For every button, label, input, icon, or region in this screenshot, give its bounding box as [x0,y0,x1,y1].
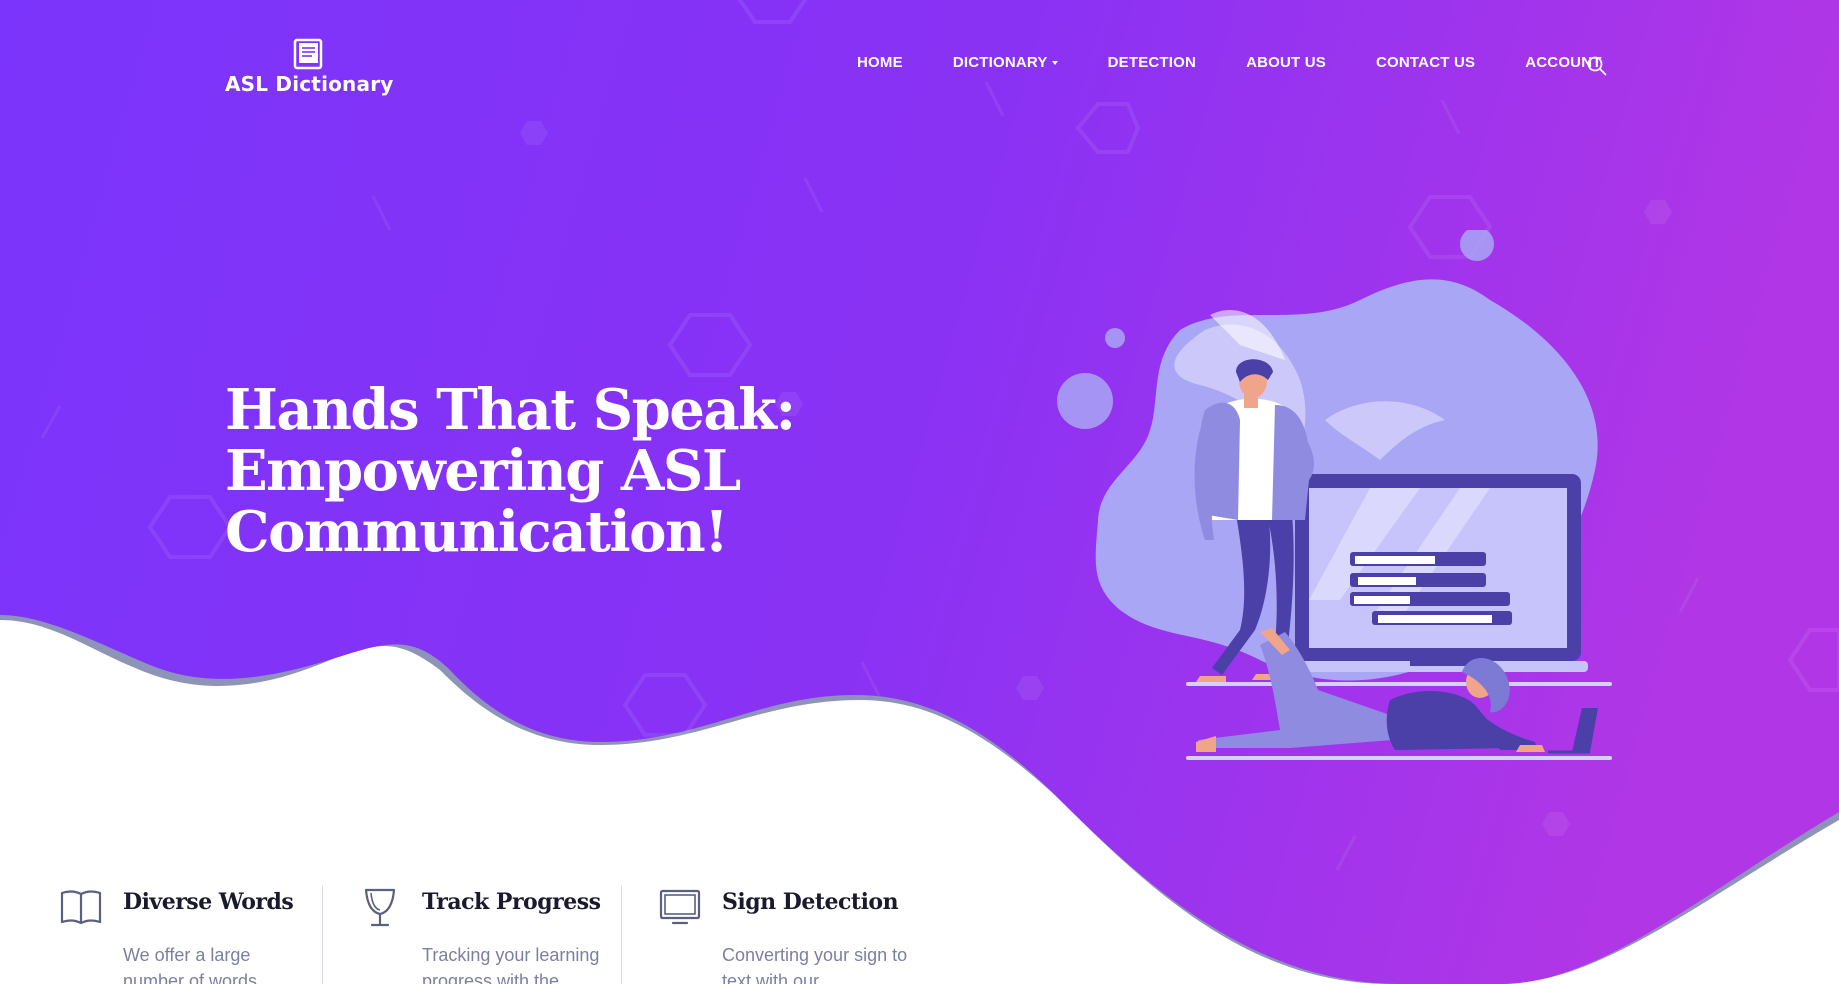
feature-title: Track Progress [422,889,601,915]
feature-description: Tracking your learning progress with the [422,945,600,984]
open-book-icon [60,890,102,925]
hero-headline: Hands That Speak: Empowering ASL Communi… [225,380,865,563]
hero-illustration [1057,230,1612,760]
feature-title: Diverse Words [123,889,294,915]
feature-card: Track Progress Tracking your learning pr… [359,880,659,984]
feature-description: We offer a large number of words [123,945,258,984]
nav-detection[interactable]: DETECTION [1108,54,1196,71]
nav-contact-us-label: CONTACT US [1376,54,1476,71]
nav-dictionary[interactable]: DICTIONARY [953,54,1058,71]
nav-home[interactable]: HOME [857,54,903,71]
monitor-icon [659,889,701,925]
feature-title: Sign Detection [722,889,899,915]
bubble [1105,328,1125,348]
bubble [1460,230,1494,261]
feature-divider [621,886,622,984]
trophy-icon [364,888,396,927]
hero-headline-line-3: Communication! [225,499,729,565]
hero-headline-line-2: Empowering ASL [225,438,741,504]
site-logo[interactable]: ASL Dictionary [225,38,394,96]
feature-card: Diverse Words We offer a large number of… [60,880,360,984]
nav-contact-us[interactable]: CONTACT US [1376,54,1475,71]
logo-text: ASL Dictionary [225,72,394,96]
book-icon [293,38,322,70]
bubble [1057,373,1113,429]
landing-page: ASL Dictionary HOME DICTIONARY DETECTION… [0,0,1839,984]
feature-description: Converting your sign to text with our [722,945,908,984]
main-nav: HOME DICTIONARY DETECTION ABOUT US CONTA… [857,54,1652,71]
feature-card: Sign Detection Converting your sign to t… [659,880,959,984]
nav-about-us[interactable]: ABOUT US [1246,54,1326,71]
hero-headline-line-1: Hands That Speak: [225,377,796,443]
nav-detection-label: DETECTION [1107,54,1197,71]
search-icon[interactable] [1586,55,1608,77]
nav-home-label: HOME [857,54,903,71]
features-section: Diverse Words We offer a large number of… [0,880,940,984]
caret-down-icon [1051,61,1058,65]
feature-divider [322,886,323,984]
nav-dictionary-label: DICTIONARY [952,54,1048,71]
nav-about-us-label: ABOUT US [1246,54,1326,71]
